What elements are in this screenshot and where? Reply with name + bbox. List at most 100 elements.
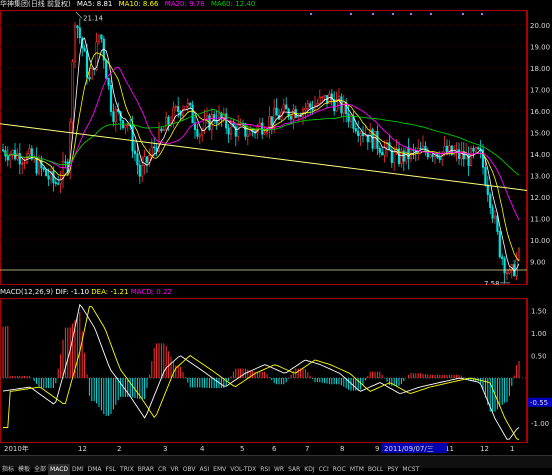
candle-body <box>429 154 432 158</box>
tab-emv[interactable]: EMV <box>211 464 228 475</box>
tab-模板[interactable]: 模板 <box>16 464 32 475</box>
candle-body <box>174 106 177 109</box>
candle-body <box>378 148 381 153</box>
candle-body <box>457 149 461 159</box>
tab-全部[interactable]: 全部 <box>32 464 48 475</box>
tab-sar[interactable]: SAR <box>286 464 302 475</box>
candle-body <box>393 152 396 163</box>
candle-body <box>505 272 509 275</box>
tab-wr[interactable]: WR <box>272 464 286 475</box>
candle-body <box>138 164 141 177</box>
tab-dma[interactable]: DMA <box>86 464 104 475</box>
candle-body <box>467 153 470 167</box>
ma10-readout: MA10: 8.66 <box>118 0 159 8</box>
candle-body <box>304 108 307 111</box>
stock-name: 华神集团(日线 前复权) <box>0 0 71 8</box>
event-marker <box>372 13 374 15</box>
candle-body <box>141 165 144 177</box>
candle-body <box>76 25 79 29</box>
tab-kdj[interactable]: KDJ <box>302 464 316 475</box>
candle-body <box>237 124 240 137</box>
candle-body <box>11 149 14 155</box>
candle-body <box>227 127 230 135</box>
candle-body <box>359 133 362 136</box>
candle-body <box>45 169 48 177</box>
candle-body <box>88 76 91 80</box>
candle-body <box>299 115 302 118</box>
tab-roc[interactable]: ROC <box>331 464 348 475</box>
candle-body <box>191 104 194 124</box>
date-label: 6 <box>272 445 277 453</box>
candle-body <box>71 61 74 123</box>
candle-body <box>28 148 31 155</box>
date-label: 9 <box>375 445 379 453</box>
candle-body <box>347 113 350 122</box>
candle-body <box>474 147 477 152</box>
date-label: 2 <box>117 445 121 453</box>
tab-obv[interactable]: OBV <box>181 464 198 475</box>
price-tick-label: 10.00 <box>530 237 550 245</box>
macd-label: MACD(12,26,9) <box>0 288 54 296</box>
indicator-tab-bar: 指标 模板 全部 MACD DMI DMA FSL TRIX BRAR CR VR OBV ASI EMV… <box>0 455 552 475</box>
candle-body <box>1 149 5 151</box>
tab-mtm[interactable]: MTM <box>348 464 366 475</box>
macd-chart[interactable] <box>0 298 527 443</box>
candle-body <box>112 111 115 122</box>
date-label: 3 <box>163 445 167 453</box>
ma60-readout: MA60: 12.40 <box>210 0 256 8</box>
candle-body <box>198 134 201 137</box>
candle-body <box>263 132 266 135</box>
tab-trix[interactable]: TRIX <box>118 464 136 475</box>
tab-rsi[interactable]: RSI <box>258 464 272 475</box>
high-price-label: 21.14 <box>83 14 104 22</box>
date-axis: 2010年122345678910111212011/09/07/三 <box>4 443 514 453</box>
candle-body <box>431 154 434 157</box>
tab-brar[interactable]: BRAR <box>136 464 156 475</box>
candle-body <box>25 153 29 163</box>
candle-body <box>354 128 357 132</box>
tab-cr[interactable]: CR <box>156 464 168 475</box>
candle-body <box>47 175 50 180</box>
macd-value-badge-text: -0.55 <box>530 399 548 407</box>
high-pointer <box>75 11 83 19</box>
candle-body <box>133 150 137 155</box>
candle-body <box>23 162 26 164</box>
macd-tick-label: -1.00 <box>531 420 549 428</box>
tab-dmi[interactable]: DMI <box>70 464 86 475</box>
candle-body <box>477 147 480 150</box>
candle-body <box>189 102 192 106</box>
cursor-date-label: 2011/09/07/三 <box>384 445 434 453</box>
tab-指标[interactable]: 指标 <box>0 464 16 475</box>
tab-mcst[interactable]: MCST <box>400 464 421 475</box>
macd-axis: 1.501.000.50-0.50-1.00-1.50-0.55 <box>527 298 552 443</box>
event-marker <box>310 13 312 15</box>
tab-asi[interactable]: ASI <box>197 464 211 475</box>
price-axis: 20.00 19.00 18.00 17.00 16.00 15.00 14.00 13.00… <box>527 10 550 285</box>
tab-psy[interactable]: PSY <box>385 464 400 475</box>
tab-cci[interactable]: CCI <box>317 464 331 475</box>
candle-body <box>85 51 89 78</box>
candle-body <box>357 130 360 136</box>
candle-body <box>126 124 129 126</box>
tab-macd[interactable]: MACD <box>48 464 71 475</box>
tab-fsl[interactable]: FSL <box>104 464 119 475</box>
candle-body <box>282 104 285 113</box>
candle-body <box>196 129 199 137</box>
date-label: 5 <box>240 445 244 453</box>
candle-body <box>517 248 521 260</box>
tab-boll[interactable]: BOLL <box>366 464 385 475</box>
candle-body <box>306 103 309 109</box>
tab-vol-tdx[interactable]: VOL-TDX <box>228 464 258 475</box>
candle-body <box>501 256 504 260</box>
candle-body <box>443 145 446 153</box>
date-label: 1 <box>510 445 514 453</box>
dif-readout: DIF: -1.10 <box>55 288 90 296</box>
tab-vr[interactable]: VR <box>168 464 180 475</box>
candle-body <box>493 215 497 219</box>
candlestick-chart[interactable]: 21.14 7.58 <box>0 10 527 285</box>
price-tick-label: 9.00 <box>530 258 546 266</box>
date-label: 12 <box>480 445 489 453</box>
candle-body <box>16 153 19 160</box>
candle-body <box>383 147 386 156</box>
candle-body <box>285 104 288 110</box>
